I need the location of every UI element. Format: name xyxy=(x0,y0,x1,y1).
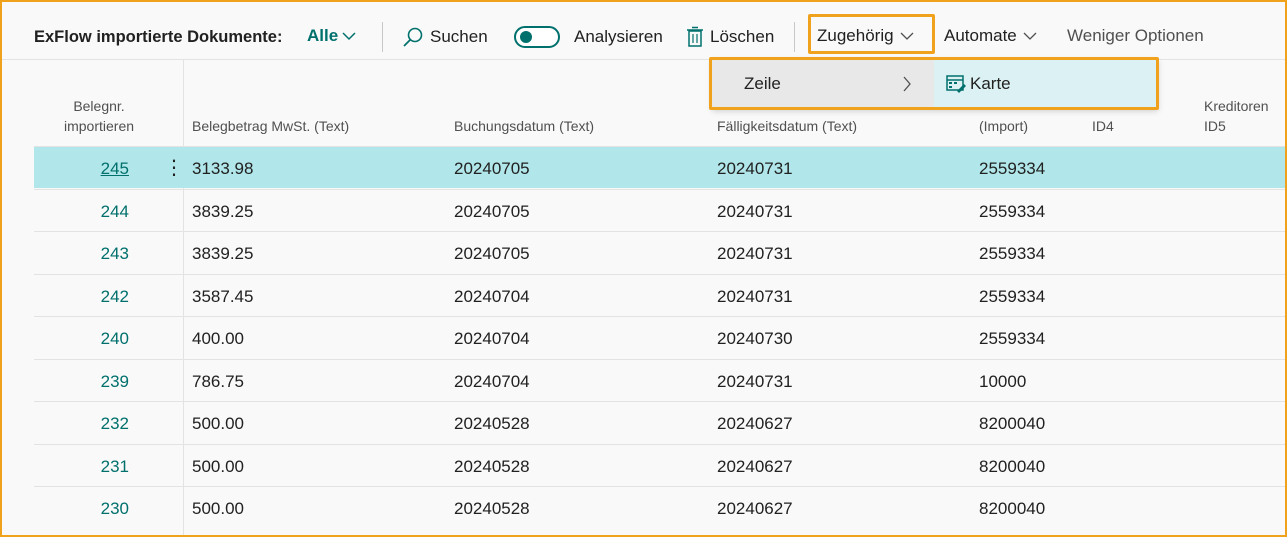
table-row[interactable]: 242 3587.45 20240704 20240731 2559334 xyxy=(34,273,1285,316)
vat-amount-cell: 3133.98 xyxy=(192,159,254,178)
chevron-down-icon xyxy=(342,32,356,41)
vat-amount-cell: 400.00 xyxy=(192,329,244,348)
table-row[interactable]: 230 500.00 20240528 20240627 8200040 xyxy=(34,486,1285,528)
posting-date-cell: 20240704 xyxy=(454,329,530,348)
search-icon xyxy=(403,27,423,47)
vendor-import-cell: 8200040 xyxy=(979,499,1046,518)
doc-no-link[interactable]: 239 xyxy=(34,372,129,392)
toolbar-divider xyxy=(382,22,383,52)
analyze-toggle[interactable]: Analysieren xyxy=(514,26,663,48)
table-row[interactable]: 232 500.00 20240528 20240627 8200040 xyxy=(34,401,1285,443)
menu-item-line-label: Zeile xyxy=(744,74,781,93)
table-row[interactable]: 244 3839.25 20240705 20240731 2559334 xyxy=(34,188,1285,231)
table-row[interactable]: 231 500.00 20240528 20240627 8200040 xyxy=(34,443,1285,486)
header-due-date[interactable]: Fälligkeitsdatum (Text) xyxy=(717,116,857,136)
toggle-switch-icon xyxy=(514,26,560,48)
doc-no-link[interactable]: 245 xyxy=(34,159,129,179)
vat-amount-cell: 3839.25 xyxy=(192,244,254,263)
doc-no-link[interactable]: 232 xyxy=(34,414,129,434)
action-bar: ExFlow importierte Dokumente: Alle Suche… xyxy=(2,2,1285,60)
documents-list: Belegnr. importieren Belegbetrag MwSt. (… xyxy=(34,60,1285,535)
posting-date-cell: 20240528 xyxy=(454,499,530,518)
table-row[interactable]: 240 400.00 20240704 20240730 2559334 xyxy=(34,316,1285,358)
header-vendor-id4[interactable]: ID4 xyxy=(1092,116,1114,136)
vat-amount-cell: 500.00 xyxy=(192,414,244,433)
due-date-cell: 20240730 xyxy=(717,329,793,348)
trash-icon xyxy=(687,26,703,47)
vendor-import-cell: 10000 xyxy=(979,371,1027,391)
doc-no-link[interactable]: 230 xyxy=(34,499,129,519)
chevron-down-icon xyxy=(900,32,914,40)
vendor-import-cell: 8200040 xyxy=(979,456,1046,476)
vendor-import-cell: 8200040 xyxy=(979,414,1046,433)
vat-amount-cell: 3587.45 xyxy=(192,286,254,306)
row-actions-icon[interactable]: ⋮ xyxy=(164,155,184,180)
fewer-options-button[interactable]: Weniger Optionen xyxy=(1067,26,1204,46)
posting-date-cell: 20240528 xyxy=(454,456,530,476)
menu-item-card[interactable]: Karte xyxy=(934,59,1158,109)
menu-item-line[interactable]: Zeile xyxy=(712,59,934,109)
menu-item-card-label: Karte xyxy=(970,74,1011,93)
chevron-right-icon xyxy=(903,76,911,92)
vendor-import-cell: 2559334 xyxy=(979,244,1046,263)
doc-no-link[interactable]: 243 xyxy=(34,244,129,264)
view-filter-label: Alle xyxy=(307,26,339,45)
vat-amount-cell: 500.00 xyxy=(192,499,244,518)
posting-date-cell: 20240528 xyxy=(454,414,530,433)
posting-date-cell: 20240705 xyxy=(454,159,530,178)
vat-amount-cell: 500.00 xyxy=(192,456,244,476)
vendor-import-cell: 2559334 xyxy=(979,201,1046,221)
header-posting-date[interactable]: Buchungsdatum (Text) xyxy=(454,116,594,136)
vendor-import-cell: 2559334 xyxy=(979,286,1046,306)
doc-no-link[interactable]: 231 xyxy=(34,457,129,477)
due-date-cell: 20240731 xyxy=(717,201,793,221)
delete-button[interactable]: Löschen xyxy=(686,26,774,48)
header-vat-amount[interactable]: Belegbetrag MwSt. (Text) xyxy=(192,116,349,136)
table-row[interactable]: 243 3839.25 20240705 20240731 2559334 xyxy=(34,231,1285,273)
automate-menu-button[interactable]: Automate xyxy=(944,26,1037,46)
analyze-label: Analysieren xyxy=(574,27,663,46)
header-vendor-import[interactable]: (Import) xyxy=(979,116,1028,136)
due-date-cell: 20240731 xyxy=(717,371,793,391)
due-date-cell: 20240627 xyxy=(717,414,793,433)
due-date-cell: 20240627 xyxy=(717,456,793,476)
related-menu-button[interactable]: Zugehörig xyxy=(817,26,914,46)
header-vendor-id5[interactable]: Kreditoren ID5 xyxy=(1204,96,1269,136)
related-dropdown-menu: Zeile Karte xyxy=(712,59,1158,109)
page-title: ExFlow importierte Dokumente: xyxy=(34,28,283,46)
header-doc-no[interactable]: Belegnr. importieren xyxy=(34,96,164,136)
doc-no-link[interactable]: 244 xyxy=(34,202,129,222)
delete-label: Löschen xyxy=(710,27,775,46)
posting-date-cell: 20240705 xyxy=(454,201,530,221)
automate-label: Automate xyxy=(944,26,1017,45)
search-button[interactable]: Suchen xyxy=(402,26,488,48)
chevron-down-icon xyxy=(1023,32,1037,40)
vendor-import-cell: 2559334 xyxy=(979,159,1046,178)
vat-amount-cell: 3839.25 xyxy=(192,201,254,221)
posting-date-cell: 20240705 xyxy=(454,244,530,263)
table-row[interactable]: 239 786.75 20240704 20240731 10000 xyxy=(34,358,1285,401)
card-icon xyxy=(946,75,966,93)
search-label: Suchen xyxy=(430,27,488,46)
doc-no-link[interactable]: 242 xyxy=(34,287,129,307)
vendor-import-cell: 2559334 xyxy=(979,329,1046,348)
doc-no-link[interactable]: 240 xyxy=(34,329,129,349)
due-date-cell: 20240627 xyxy=(717,499,793,518)
view-filter-button[interactable]: Alle xyxy=(307,26,356,46)
posting-date-cell: 20240704 xyxy=(454,371,530,391)
vat-amount-cell: 786.75 xyxy=(192,371,244,391)
posting-date-cell: 20240704 xyxy=(454,286,530,306)
due-date-cell: 20240731 xyxy=(717,244,793,263)
due-date-cell: 20240731 xyxy=(717,159,793,178)
related-label: Zugehörig xyxy=(817,26,894,45)
toolbar-divider xyxy=(794,22,795,52)
due-date-cell: 20240731 xyxy=(717,286,793,306)
table-row[interactable]: 245 3133.98 20240705 20240731 2559334 ⋮ xyxy=(34,146,1285,188)
